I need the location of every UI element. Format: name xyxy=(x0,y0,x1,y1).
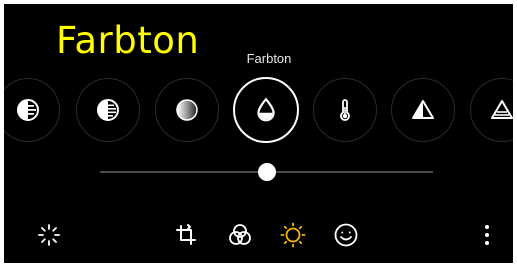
tool-tone[interactable] xyxy=(233,77,299,143)
crop-rotate-icon xyxy=(174,223,198,252)
overlay-title: Farbton xyxy=(56,19,200,62)
exposure-icon xyxy=(96,98,120,122)
shadows-triangle-icon xyxy=(490,98,513,122)
auto-enhance-button[interactable] xyxy=(35,223,63,251)
tint-triangle-icon xyxy=(411,98,435,122)
adjust-sun-icon xyxy=(280,222,306,253)
adjust-tab-button[interactable] xyxy=(279,222,307,253)
filters-button[interactable] xyxy=(226,223,254,251)
tool-exposure[interactable] xyxy=(76,78,140,142)
tool-contrast[interactable] xyxy=(155,78,219,142)
tool-temperature[interactable] xyxy=(313,78,377,142)
photo-editor-screen: Farbton Farbton xyxy=(4,4,513,263)
thermometer-icon xyxy=(333,98,357,122)
stickers-smiley-icon xyxy=(333,222,359,253)
crop-rotate-button[interactable] xyxy=(172,223,200,251)
filters-circles-icon xyxy=(227,222,253,253)
brightness-icon xyxy=(16,98,40,122)
more-options-icon xyxy=(483,223,491,252)
tool-tint[interactable] xyxy=(391,78,455,142)
tone-drop-icon xyxy=(253,97,279,123)
tool-brightness[interactable] xyxy=(4,78,60,142)
tool-shadows[interactable] xyxy=(470,78,513,142)
current-tool-label: Farbton xyxy=(246,51,292,66)
adjust-slider-knob[interactable] xyxy=(257,163,276,181)
auto-enhance-sparkle-icon xyxy=(37,223,61,252)
more-options-button[interactable] xyxy=(473,223,501,251)
stickers-button[interactable] xyxy=(332,223,360,251)
contrast-icon xyxy=(175,98,199,122)
